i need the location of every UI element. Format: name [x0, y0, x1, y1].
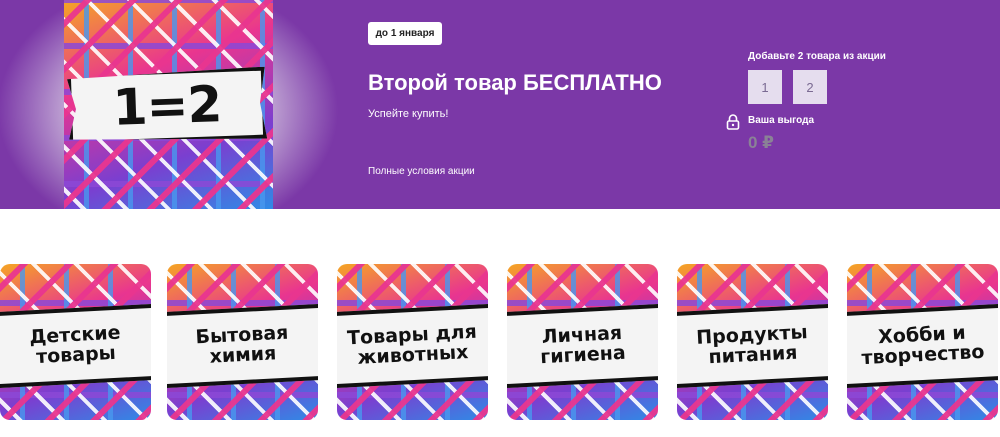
promo-image: 1=2	[64, 0, 273, 209]
category-label: Хобби и творчество	[860, 321, 985, 370]
category-label: Детские товары	[28, 321, 122, 369]
item-slot-1[interactable]: 1	[748, 70, 782, 104]
promo-terms-link[interactable]: Полные условия акции	[368, 166, 475, 177]
category-label: Личная гигиена	[539, 321, 627, 369]
category-card-hygiene[interactable]: Личная гигиена	[507, 264, 658, 420]
benefit-label: Ваша выгода	[748, 115, 815, 126]
category-card-pets[interactable]: Товары для животных	[337, 264, 488, 420]
date-badge: до 1 января	[368, 22, 442, 45]
promo-title: Второй товар БЕСПЛАТНО	[368, 70, 662, 95]
category-band: Бытовая химия	[167, 303, 318, 389]
promo-subtitle: Успейте купить!	[368, 108, 449, 120]
promo-image-plaque: 1=2	[67, 67, 267, 146]
category-band: Детские товары	[0, 303, 151, 389]
category-card-food[interactable]: Продукты питания	[677, 264, 828, 420]
category-band: Продукты питания	[677, 303, 828, 389]
category-label: Продукты питания	[695, 321, 809, 369]
category-card-kids[interactable]: Детские товары	[0, 264, 151, 420]
category-label: Товары для животных	[346, 320, 478, 369]
category-band: Личная гигиена	[507, 303, 658, 389]
category-label: Бытовая химия	[195, 321, 289, 368]
category-card-hobby[interactable]: Хобби и творчество	[847, 264, 998, 420]
item-slot-2[interactable]: 2	[793, 70, 827, 104]
category-band: Товары для животных	[337, 303, 488, 389]
promo-banner: 1=2 до 1 января Второй товар БЕСПЛАТНО У…	[0, 0, 1000, 209]
category-band: Хобби и творчество	[847, 303, 998, 389]
add-items-label: Добавьте 2 товара из акции	[748, 51, 886, 62]
category-card-household-chemicals[interactable]: Бытовая химия	[167, 264, 318, 420]
lock-icon	[726, 114, 740, 130]
promo-image-text: 1=2	[111, 75, 223, 137]
benefit-value: 0 ₽	[748, 133, 775, 152]
